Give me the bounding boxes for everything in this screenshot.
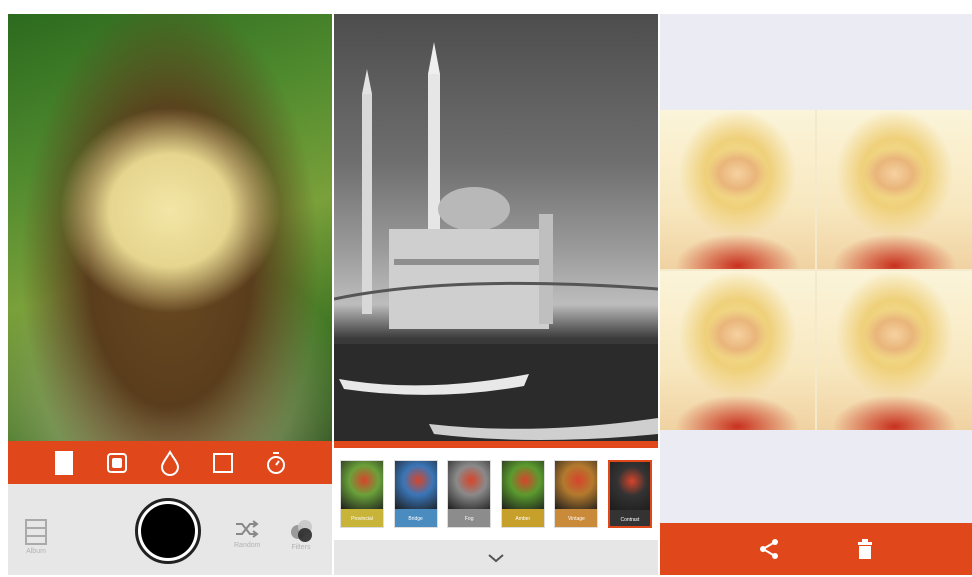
expand-bar[interactable] [334, 540, 658, 575]
chevron-down-icon [488, 553, 504, 562]
filter-caption: Provincial [341, 509, 383, 527]
collage-tile[interactable] [660, 110, 815, 269]
filter-preview-image [341, 461, 383, 509]
filter-preview-image [501, 461, 544, 509]
filter-thumbnail[interactable]: Provincial [340, 460, 384, 528]
mosque-scene [334, 42, 658, 441]
filter-preview-image [394, 461, 437, 509]
filter-caption: Vintage [555, 509, 598, 527]
share-icon[interactable] [758, 538, 780, 560]
accent-strip [334, 441, 658, 448]
portrait-frame-icon[interactable] [49, 448, 79, 478]
camera-toolbar [8, 441, 332, 484]
filter-preview-image [555, 461, 598, 509]
camera-controls: Album Random Filters [8, 484, 332, 575]
shutter-button[interactable] [135, 498, 201, 564]
collage-tile[interactable] [817, 271, 972, 430]
filter-caption: Contrast [609, 510, 650, 526]
square-icon[interactable] [208, 448, 238, 478]
filter-preview-image [448, 461, 491, 509]
collage-tile[interactable] [660, 271, 815, 430]
random-label: Random [234, 542, 261, 549]
shuffle-icon [236, 520, 259, 538]
collage-action-bar [660, 523, 972, 575]
collage-tile[interactable] [817, 110, 972, 269]
filter-caption: Fog [448, 509, 491, 527]
filter-thumbnail[interactable]: Vintage [554, 460, 599, 528]
filter-preview-image [609, 462, 650, 510]
film-icon [25, 519, 47, 545]
filters-button[interactable]: Filters [288, 518, 314, 551]
filter-thumbnail[interactable]: Fog [447, 460, 492, 528]
album-label: Album [26, 548, 46, 555]
rounded-square-icon[interactable] [102, 448, 132, 478]
edited-photo [334, 14, 658, 441]
collage-screen [660, 14, 972, 575]
album-button[interactable]: Album [24, 518, 48, 555]
drop-icon[interactable] [155, 448, 185, 478]
collage-grid [660, 110, 972, 430]
filter-caption: Amber [501, 509, 544, 527]
filter-thumbnail[interactable]: Bridge [393, 460, 438, 528]
shutter-inner [141, 504, 195, 558]
camera-screen: Album Random Filters [8, 14, 332, 575]
filters-label: Filters [291, 544, 311, 551]
random-button[interactable]: Random [234, 518, 260, 549]
camera-preview [8, 14, 332, 441]
filter-strip: Provincial Bridge Fog Amber Vintage Contrast [334, 448, 658, 540]
filter-thumbnail[interactable]: Amber [500, 460, 545, 528]
trash-icon[interactable] [856, 538, 874, 560]
color-circles-icon [291, 520, 312, 542]
timer-icon[interactable] [261, 448, 291, 478]
filter-thumbnail[interactable]: Contrast [607, 460, 652, 528]
filter-caption: Bridge [394, 509, 437, 527]
filter-screen: Provincial Bridge Fog Amber Vintage Contrast [334, 14, 658, 575]
